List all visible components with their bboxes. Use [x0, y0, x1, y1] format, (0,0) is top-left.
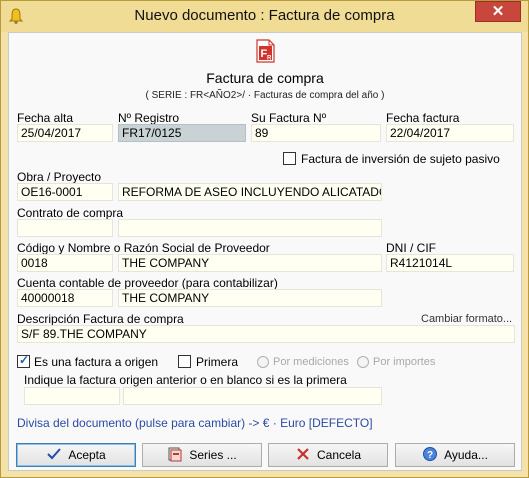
- num-registro-field: FR17/0125: [118, 124, 246, 142]
- descripcion-field[interactable]: S/F 89.THE COMPANY: [17, 325, 515, 343]
- proveedor-label: Código y Nombre o Razón Social de Provee…: [17, 241, 270, 255]
- fecha-factura-field[interactable]: 22/04/2017: [386, 124, 514, 142]
- contrato-name-field[interactable]: [118, 219, 382, 237]
- document-series: ( SERIE : FR<AÑO2>/ · Facturas de compra…: [145, 90, 385, 101]
- cancel-x-icon: [297, 448, 309, 460]
- por-importes-radio[interactable]: [357, 356, 369, 368]
- invoice-fr-icon: F R: [256, 39, 275, 63]
- por-mediciones-label: Por mediciones: [273, 356, 349, 368]
- fecha-factura-label: Fecha factura: [386, 111, 460, 125]
- cambiar-formato-link[interactable]: Cambiar formato...: [421, 313, 512, 325]
- su-factura-field[interactable]: 89: [251, 124, 381, 142]
- window-title: Nuevo documento : Factura de compra: [134, 7, 395, 24]
- close-button[interactable]: ✕: [475, 1, 521, 22]
- acepta-label: Acepta: [68, 448, 106, 462]
- fecha-alta-field[interactable]: 25/04/2017: [17, 124, 113, 142]
- dni-field[interactable]: R4121014L: [386, 254, 514, 272]
- document-title: Factura de compra: [206, 70, 324, 86]
- primera-checkbox[interactable]: [178, 355, 191, 368]
- num-registro-label: Nº Registro: [118, 111, 180, 125]
- es-origen-label[interactable]: Es una factura a origen: [34, 355, 158, 369]
- cuenta-name-field[interactable]: THE COMPANY: [118, 289, 382, 307]
- su-factura-label: Su Factura Nº: [251, 111, 327, 125]
- proveedor-code-field[interactable]: 0018: [17, 254, 113, 272]
- help-icon: ?: [423, 447, 438, 461]
- origen-name-field[interactable]: [123, 387, 382, 405]
- obra-label: Obra / Proyecto: [17, 170, 102, 184]
- title-bar[interactable]: Nuevo documento : Factura de compra ✕: [1, 1, 528, 32]
- dialog-window: Nuevo documento : Factura de compra ✕ F …: [0, 0, 529, 478]
- dialog-body: F R Factura de compra ( SERIE : FR<AÑO2>…: [8, 32, 522, 471]
- obra-name-field[interactable]: REFORMA DE ASEO INCLUYENDO ALICATADO: [118, 183, 382, 201]
- cancela-label: Cancela: [316, 448, 362, 462]
- inversion-checkbox[interactable]: [283, 152, 296, 165]
- dni-label: DNI / CIF: [386, 241, 436, 255]
- contrato-label: Contrato de compra: [17, 206, 124, 220]
- por-mediciones-radio[interactable]: [257, 356, 269, 368]
- invoice-icon-subletter: R: [267, 56, 272, 62]
- por-importes-label: Por importes: [373, 356, 436, 368]
- cancela-button[interactable]: Cancela: [268, 443, 388, 467]
- cuenta-code-field[interactable]: 40000018: [17, 289, 113, 307]
- origen-code-field[interactable]: [24, 387, 120, 405]
- contrato-code-field[interactable]: [17, 219, 113, 237]
- series-stack-icon: [168, 447, 182, 462]
- descripcion-label: Descripción Factura de compra: [17, 312, 184, 326]
- acepta-button[interactable]: Acepta: [16, 443, 136, 467]
- proveedor-name-field[interactable]: THE COMPANY: [118, 254, 382, 272]
- divisa-link[interactable]: Divisa del documento (pulse para cambiar…: [17, 416, 373, 430]
- primera-label[interactable]: Primera: [196, 355, 238, 369]
- inversion-label[interactable]: Factura de inversión de sujeto pasivo: [301, 152, 500, 166]
- series-label: Series ...: [189, 448, 237, 462]
- close-icon: ✕: [491, 3, 505, 20]
- cuenta-label: Cuenta contable de proveedor (para conta…: [17, 276, 278, 290]
- origen-hint: Indique la factura origen anterior o en …: [24, 373, 347, 387]
- obra-code-field[interactable]: OE16-0001: [17, 183, 113, 201]
- series-button[interactable]: Series ...: [142, 443, 262, 467]
- svg-text:?: ?: [427, 450, 433, 461]
- ayuda-button[interactable]: ? Ayuda...: [395, 443, 515, 467]
- checkmark-icon: [47, 448, 62, 460]
- es-origen-checkbox[interactable]: [17, 353, 30, 368]
- ayuda-label: Ayuda...: [444, 448, 488, 462]
- fecha-alta-label: Fecha alta: [17, 111, 74, 125]
